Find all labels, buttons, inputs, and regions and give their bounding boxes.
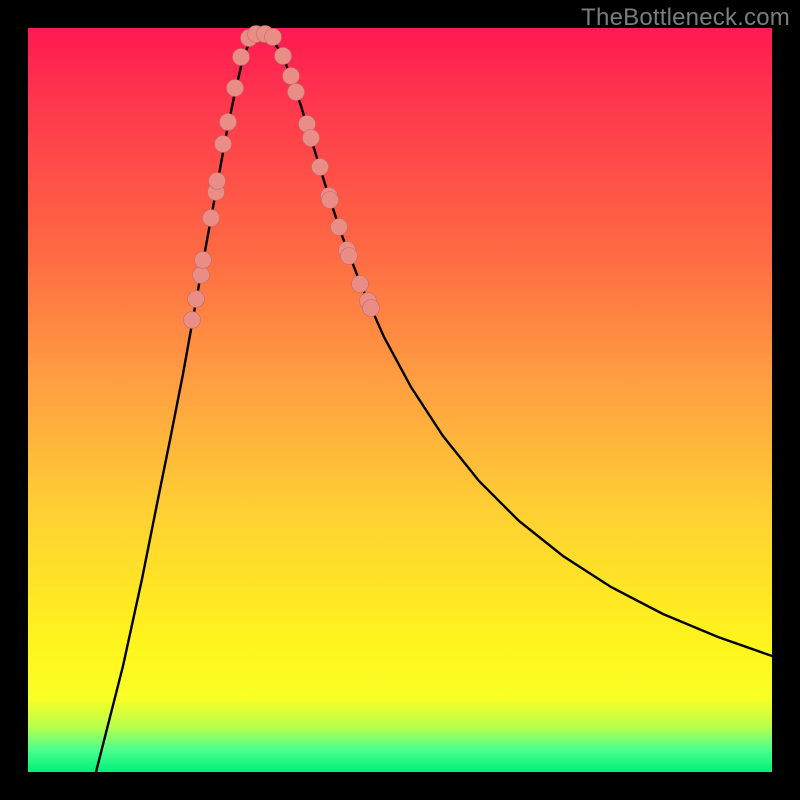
data-dot [184, 312, 201, 329]
data-dot [283, 68, 300, 85]
data-dots [184, 26, 380, 329]
data-dot [227, 80, 244, 97]
data-dot [341, 248, 358, 265]
data-dot [312, 159, 329, 176]
data-dot [203, 210, 220, 227]
data-dot [265, 29, 282, 46]
data-dot [209, 173, 226, 190]
data-dot [233, 49, 250, 66]
data-dot [195, 252, 212, 269]
data-dot [322, 192, 339, 209]
data-dot [303, 130, 320, 147]
data-dot [220, 114, 237, 131]
data-dot [275, 48, 292, 65]
data-dot [193, 267, 210, 284]
data-dot [363, 300, 380, 317]
data-dot [215, 136, 232, 153]
curve-svg [28, 28, 772, 772]
data-dot [288, 84, 305, 101]
data-dot [352, 276, 369, 293]
chart-frame: TheBottleneck.com [0, 0, 800, 800]
bottleneck-curve [96, 34, 772, 772]
data-dot [331, 219, 348, 236]
plot-area [28, 28, 772, 772]
data-dot [188, 291, 205, 308]
